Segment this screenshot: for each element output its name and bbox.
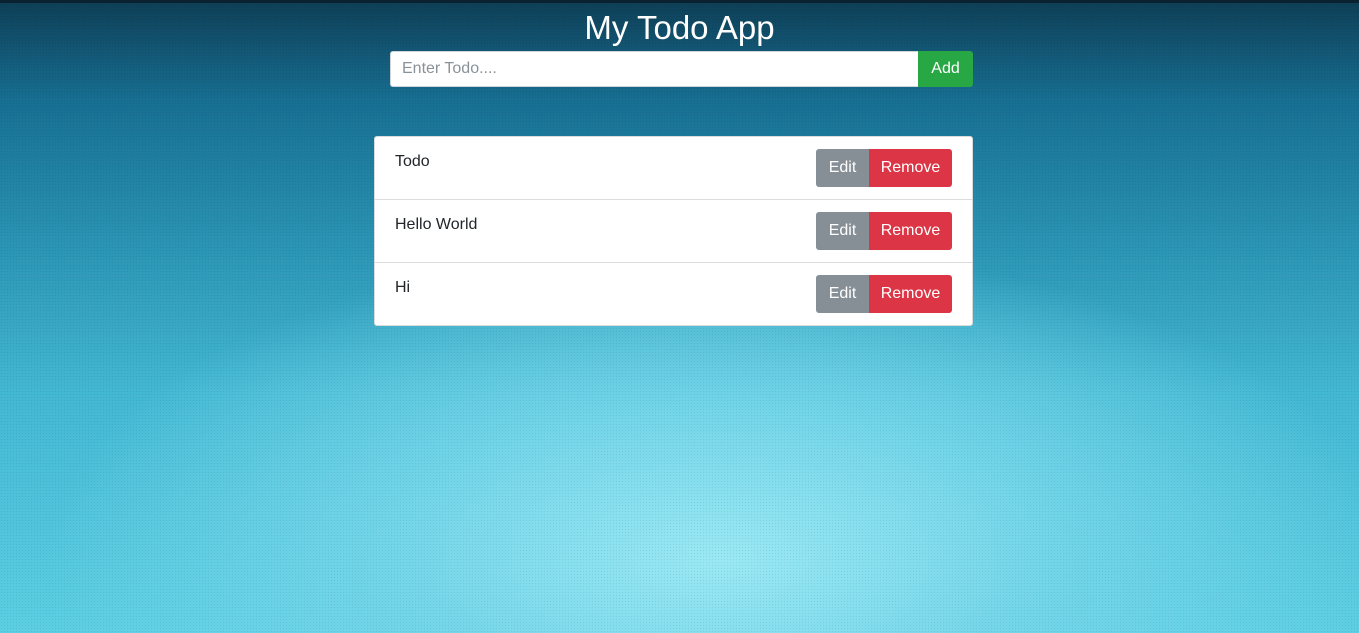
todo-input[interactable] — [390, 51, 918, 87]
todo-actions: Edit Remove — [816, 149, 952, 187]
remove-button[interactable]: Remove — [869, 275, 952, 313]
todo-item: Hi Edit Remove — [375, 263, 972, 325]
todo-item: Todo Edit Remove — [375, 137, 972, 200]
page-title: My Todo App — [584, 9, 775, 46]
edit-button[interactable]: Edit — [816, 149, 869, 187]
add-todo-form: Add — [390, 51, 973, 87]
edit-button[interactable]: Edit — [816, 212, 869, 250]
remove-button[interactable]: Remove — [869, 149, 952, 187]
todo-actions: Edit Remove — [816, 212, 952, 250]
edit-button[interactable]: Edit — [816, 275, 869, 313]
add-button[interactable]: Add — [918, 51, 973, 87]
todo-text: Hi — [395, 279, 411, 296]
todo-list: Todo Edit Remove Hello World Edit Remove… — [374, 136, 973, 326]
page-background: My Todo App Add Todo Edit Remove Hello W… — [0, 0, 1359, 633]
todo-text: Todo — [395, 153, 430, 170]
todo-text: Hello World — [395, 216, 478, 233]
remove-button[interactable]: Remove — [869, 212, 952, 250]
todo-item: Hello World Edit Remove — [375, 200, 972, 263]
todo-actions: Edit Remove — [816, 275, 952, 313]
